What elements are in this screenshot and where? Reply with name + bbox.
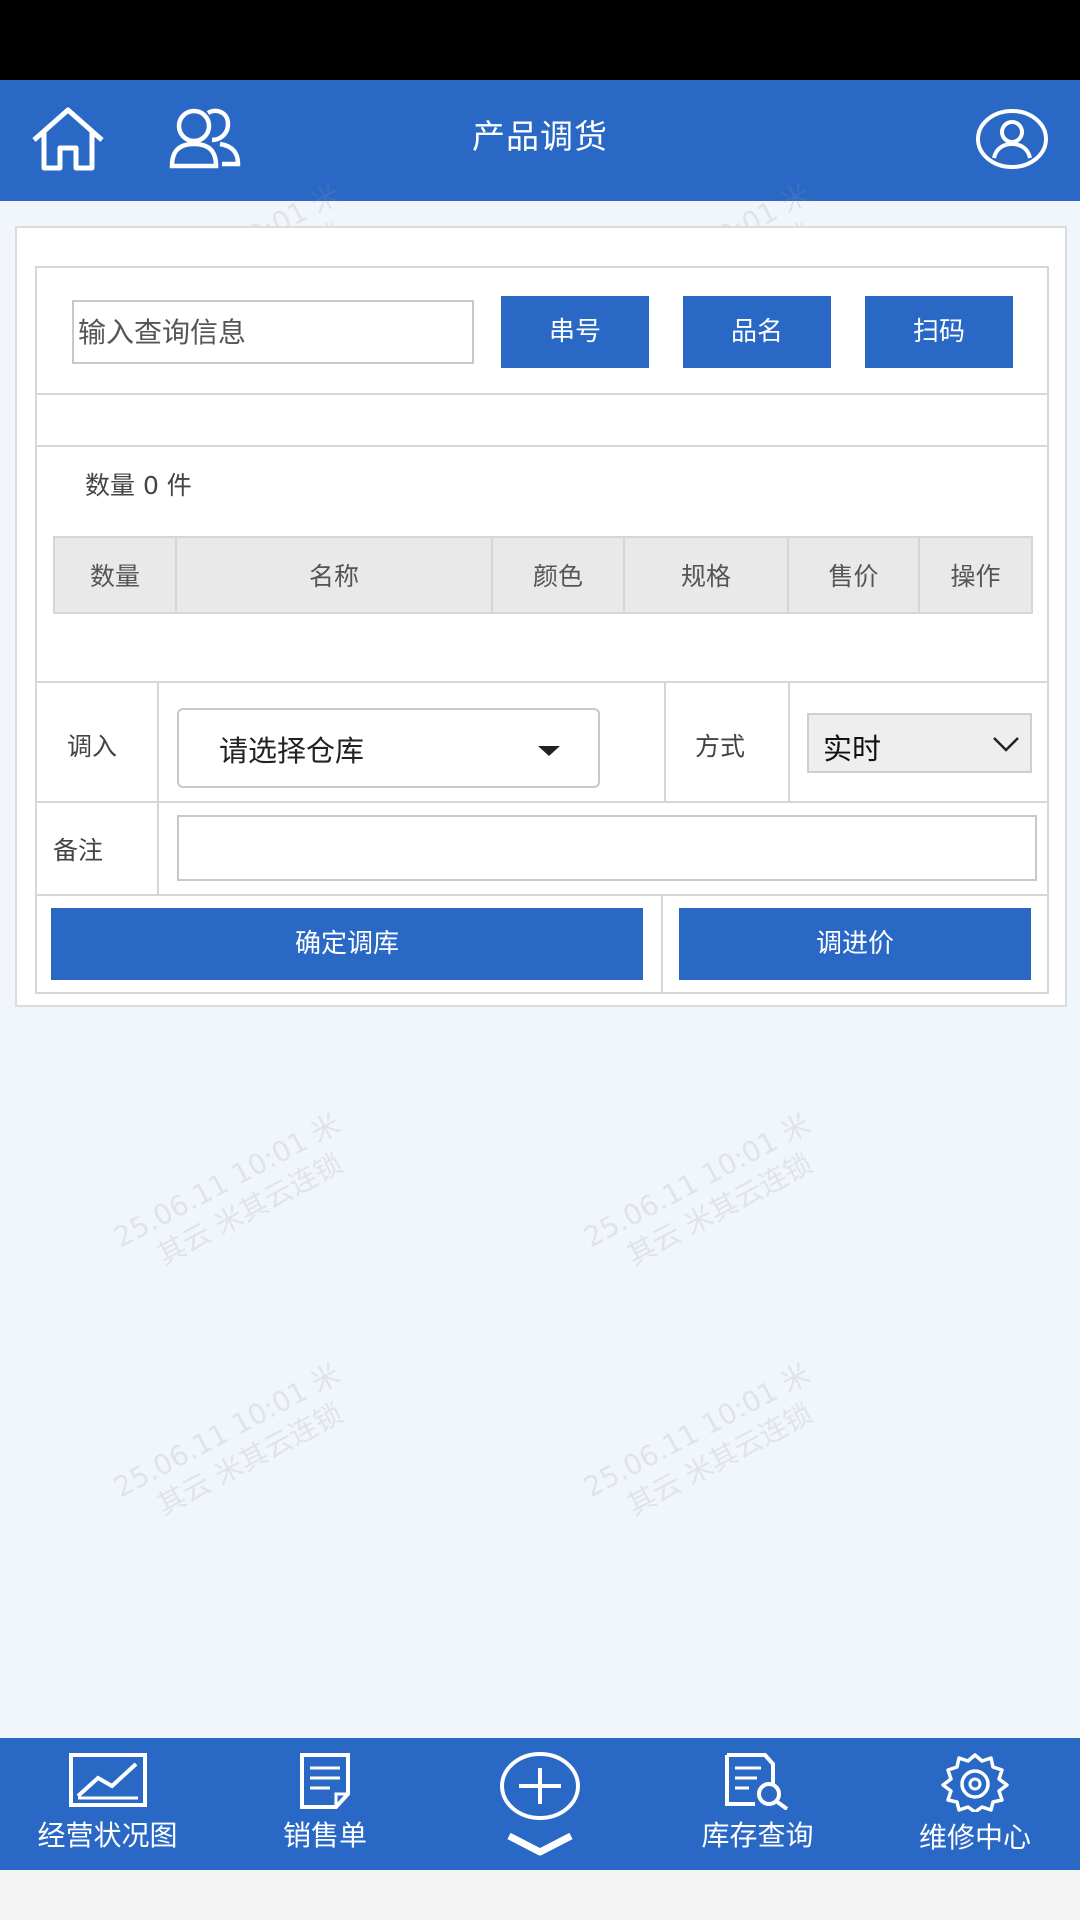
watermark: 25.06.11 10:01 米其云 米其云连锁 <box>578 1357 819 1522</box>
transfer-card: 串号 品名 扫码 数量 0 件 数量 名称 颜色 规格 售价 操作 调入 <box>15 226 1067 1007</box>
column-header: 规格 <box>625 538 789 612</box>
spacer-row <box>37 397 1047 447</box>
transfer-in-row: 调入 请选择仓库 方式 实时 <box>37 681 1047 803</box>
caret-down-icon <box>538 746 560 756</box>
scan-code-button[interactable]: 扫码 <box>865 296 1013 368</box>
watermark: 25.06.11 10:01 米其云 米其云连锁 <box>578 1107 819 1272</box>
product-name-button[interactable]: 品名 <box>683 296 831 368</box>
mode-select[interactable]: 实时 <box>807 713 1032 773</box>
remark-row: 备注 <box>37 803 1047 896</box>
warehouse-select[interactable]: 请选择仓库 <box>177 708 600 788</box>
nav-inventory-search[interactable]: 库存查询 <box>680 1738 835 1870</box>
remark-label: 备注 <box>53 836 104 865</box>
search-row: 串号 品名 扫码 <box>37 268 1047 395</box>
table-header: 数量 名称 颜色 规格 售价 操作 <box>53 536 1033 614</box>
column-header: 颜色 <box>493 538 625 612</box>
mode-select-value: 实时 <box>823 732 882 766</box>
column-header: 数量 <box>55 538 177 612</box>
chart-icon <box>68 1753 147 1807</box>
mode-label: 方式 <box>695 732 746 761</box>
action-row: 确定调库 调进价 <box>37 896 1047 992</box>
adjust-price-button[interactable]: 调进价 <box>679 908 1031 980</box>
user-profile-icon[interactable] <box>974 104 1050 174</box>
nav-business-chart[interactable]: 经营状况图 <box>10 1738 205 1870</box>
bottom-nav: 经营状况图 销售单 库存查询 维修中心 <box>0 1738 1080 1870</box>
top-header: 产品调货 <box>0 80 1080 201</box>
nav-label: 库存查询 <box>701 1819 814 1852</box>
inventory-search-icon <box>724 1753 788 1810</box>
chevron-down-icon <box>993 737 1019 752</box>
nav-add[interactable] <box>480 1738 600 1870</box>
system-nav-area <box>0 1870 1080 1920</box>
watermark: 25.06.11 10:01 米其云 米其云连锁 <box>108 1107 349 1272</box>
serial-number-button[interactable]: 串号 <box>501 296 649 368</box>
document-icon <box>300 1753 350 1809</box>
nav-repair-center[interactable]: 维修中心 <box>895 1738 1055 1870</box>
column-header: 操作 <box>950 562 1001 591</box>
nav-label: 销售单 <box>282 1819 367 1852</box>
quantity-summary: 数量 0 件 <box>85 471 192 500</box>
search-input[interactable] <box>72 300 474 364</box>
transfer-in-label: 调入 <box>67 732 118 761</box>
gear-icon <box>941 1753 1009 1812</box>
remark-input[interactable] <box>177 815 1037 881</box>
nav-label: 维修中心 <box>918 1821 1031 1854</box>
status-bar <box>0 0 1080 80</box>
page-title: 产品调货 <box>472 117 608 156</box>
watermark: 25.06.11 10:01 米其云 米其云连锁 <box>108 1357 349 1522</box>
page-body: 25.06.11 10:01 米其云 米其云连锁 25.06.11 10:01 … <box>0 177 1080 1738</box>
column-header: 名称 <box>177 538 493 612</box>
plus-circle-icon <box>500 1752 580 1856</box>
warehouse-select-value: 请选择仓库 <box>219 734 365 768</box>
column-header: 售价 <box>789 538 920 612</box>
nav-sales-order[interactable]: 销售单 <box>255 1738 395 1870</box>
nav-label: 经营状况图 <box>37 1819 178 1852</box>
transfer-form: 串号 品名 扫码 数量 0 件 数量 名称 颜色 规格 售价 操作 调入 <box>35 266 1049 994</box>
confirm-transfer-button[interactable]: 确定调库 <box>51 908 643 980</box>
